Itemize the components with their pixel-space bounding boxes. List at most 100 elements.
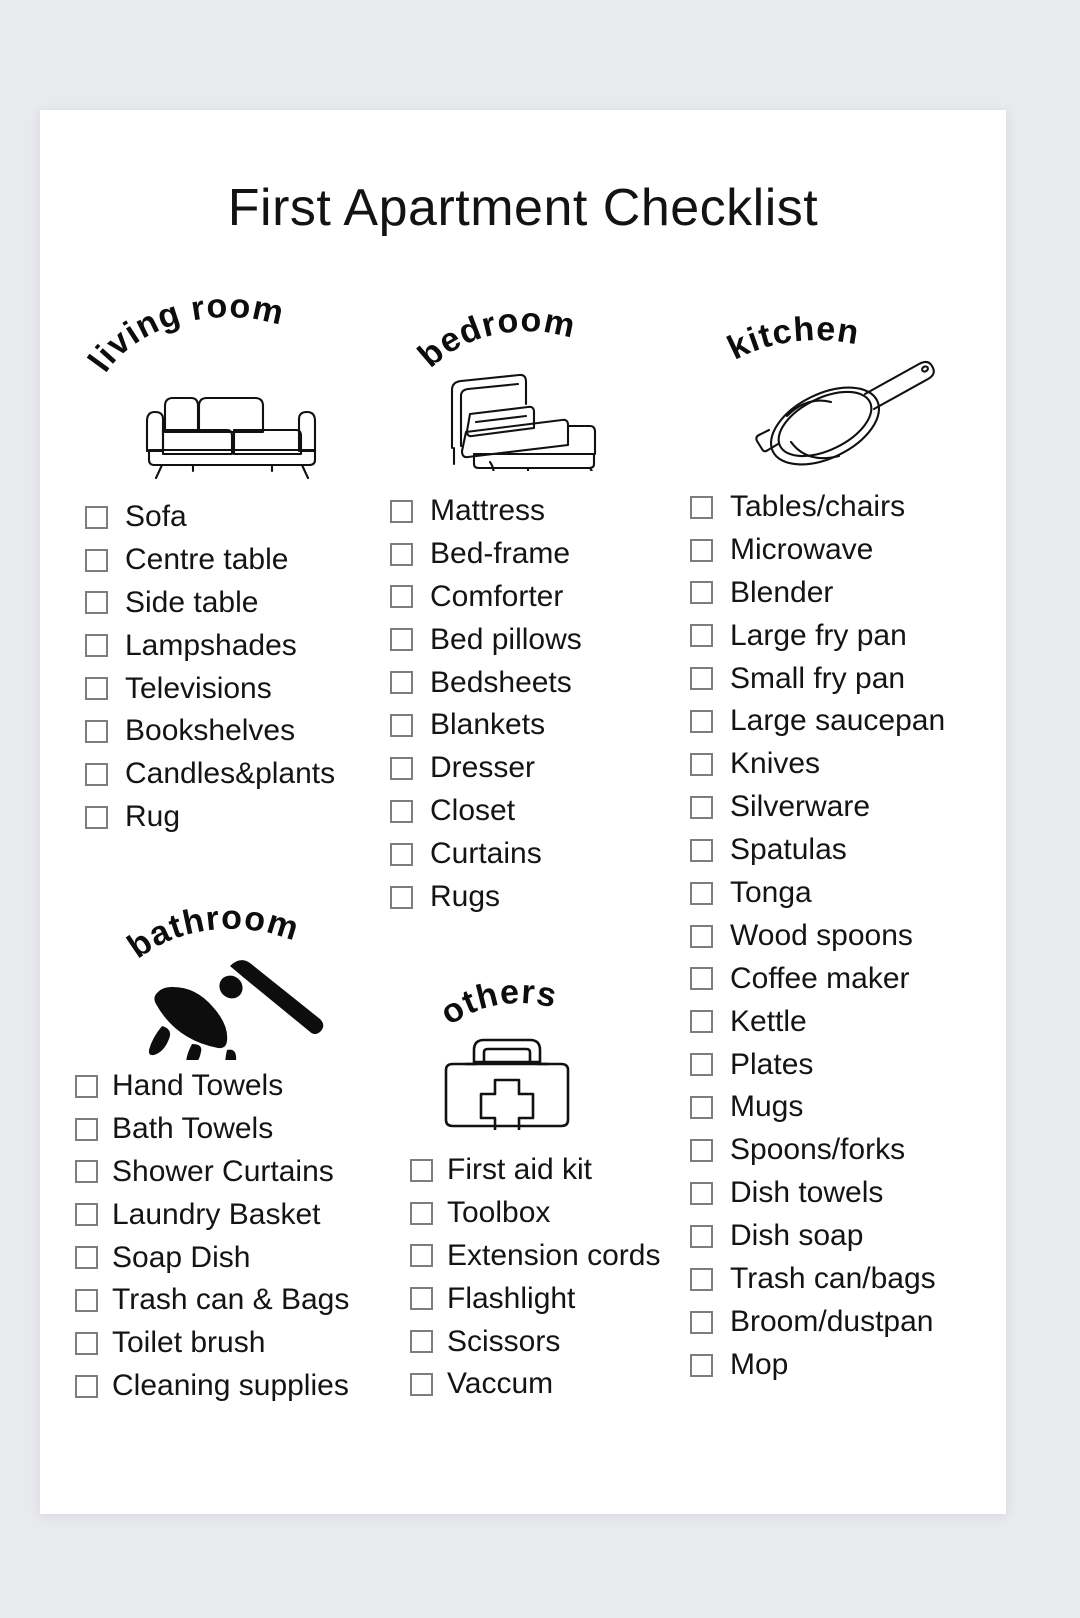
checklist-bathroom: Hand Towels Bath Towels Shower Curtains …: [75, 1069, 415, 1403]
checkbox[interactable]: [690, 538, 713, 562]
page-title: First Apartment Checklist: [227, 179, 819, 237]
list-item[interactable]: Large saucepan: [690, 705, 1010, 737]
list-item[interactable]: Mattress: [390, 494, 670, 527]
checkbox[interactable]: [690, 495, 713, 519]
list-item[interactable]: Wood spoons: [690, 918, 1010, 952]
checkbox[interactable]: [75, 1117, 98, 1141]
checkbox[interactable]: [75, 1374, 98, 1398]
list-item[interactable]: Coffee maker: [690, 962, 1010, 995]
list-item[interactable]: Vaccum: [410, 1368, 700, 1400]
list-item[interactable]: Broom/dustpan: [690, 1305, 1010, 1338]
list-item[interactable]: Extension cords: [410, 1239, 700, 1272]
list-item[interactable]: Cleaning supplies: [75, 1369, 415, 1402]
list-item[interactable]: Trash can & Bags: [75, 1284, 415, 1316]
checkbox[interactable]: [410, 1244, 433, 1268]
checkbox[interactable]: [690, 838, 713, 862]
list-item[interactable]: Dish soap: [690, 1219, 1010, 1252]
list-item[interactable]: Large fry pan: [690, 619, 1010, 652]
checkbox[interactable]: [390, 714, 413, 738]
list-item[interactable]: Laundry Basket: [75, 1198, 415, 1231]
list-item[interactable]: Mop: [690, 1348, 1010, 1381]
checkbox[interactable]: [390, 499, 413, 523]
list-item[interactable]: Lampshades: [85, 629, 385, 662]
checkbox[interactable]: [75, 1160, 98, 1184]
list-item[interactable]: Bedsheets: [390, 666, 670, 699]
list-item[interactable]: Televisions: [85, 672, 385, 705]
list-item[interactable]: Scissors: [410, 1325, 700, 1358]
list-item[interactable]: Candles&plants: [85, 757, 385, 790]
list-item[interactable]: Hand Towels: [75, 1069, 415, 1102]
list-item[interactable]: Comforter: [390, 580, 670, 613]
list-item[interactable]: Bookshelves: [85, 715, 385, 747]
list-item[interactable]: Dish towels: [690, 1176, 1010, 1209]
checkbox[interactable]: [690, 753, 713, 777]
list-item[interactable]: Rugs: [390, 880, 670, 913]
checkbox[interactable]: [390, 842, 413, 866]
checklist-living-room: Sofa Centre table Side table Lampshades …: [85, 500, 385, 834]
list-item[interactable]: Knives: [690, 747, 1010, 780]
list-item[interactable]: Closet: [390, 794, 670, 827]
checkbox[interactable]: [85, 763, 108, 787]
item-label: Small fry pan: [730, 661, 906, 695]
checkbox[interactable]: [390, 628, 413, 652]
checkbox[interactable]: [690, 881, 713, 905]
list-item[interactable]: Toolbox: [410, 1196, 700, 1229]
list-item[interactable]: First aid kit: [410, 1153, 700, 1186]
list-item[interactable]: Tonga: [690, 876, 1010, 909]
list-item[interactable]: Dresser: [390, 751, 670, 784]
list-item[interactable]: Sofa: [85, 500, 385, 533]
item-label: Wood spoons: [730, 918, 913, 952]
list-item[interactable]: Soap Dish: [75, 1241, 415, 1274]
checkbox[interactable]: [410, 1373, 433, 1397]
checkbox[interactable]: [390, 799, 413, 823]
checkbox[interactable]: [390, 757, 413, 781]
checkbox[interactable]: [85, 634, 108, 658]
list-item[interactable]: Spatulas: [690, 833, 1010, 866]
list-item[interactable]: Curtains: [390, 837, 670, 870]
list-item[interactable]: Side table: [85, 586, 385, 619]
list-item[interactable]: Plates: [690, 1048, 1010, 1081]
checkbox[interactable]: [85, 677, 108, 701]
list-item[interactable]: Tables/chairs: [690, 490, 1010, 523]
checkbox[interactable]: [390, 671, 413, 695]
checkbox[interactable]: [690, 581, 713, 605]
checkbox[interactable]: [690, 924, 713, 948]
checkbox[interactable]: [75, 1289, 98, 1313]
checkbox[interactable]: [75, 1332, 98, 1356]
checkbox[interactable]: [390, 585, 413, 609]
checkbox[interactable]: [690, 795, 713, 819]
list-item[interactable]: Shower Curtains: [75, 1155, 415, 1188]
list-item[interactable]: Kettle: [690, 1005, 1010, 1038]
list-item[interactable]: Silverware: [690, 790, 1010, 823]
list-item[interactable]: Bed pillows: [390, 623, 670, 656]
checkbox[interactable]: [85, 805, 108, 829]
checkbox[interactable]: [85, 591, 108, 615]
list-item[interactable]: Microwave: [690, 533, 1010, 566]
checkbox[interactable]: [85, 548, 108, 572]
list-item[interactable]: Spoons/forks: [690, 1133, 1010, 1166]
checkbox[interactable]: [690, 624, 713, 648]
checkbox[interactable]: [410, 1287, 433, 1311]
list-item[interactable]: Trash can/bags: [690, 1262, 1010, 1295]
checkbox[interactable]: [690, 667, 713, 691]
checkbox[interactable]: [690, 710, 713, 734]
list-item[interactable]: Blender: [690, 576, 1010, 609]
list-item[interactable]: Centre table: [85, 543, 385, 576]
checkbox[interactable]: [85, 505, 108, 529]
list-item[interactable]: Bath Towels: [75, 1112, 415, 1145]
checkbox[interactable]: [410, 1330, 433, 1354]
list-item[interactable]: Toilet brush: [75, 1326, 415, 1359]
list-item[interactable]: Flashlight: [410, 1282, 700, 1315]
checkbox[interactable]: [410, 1201, 433, 1225]
checkbox[interactable]: [410, 1158, 433, 1182]
checkbox[interactable]: [85, 720, 108, 744]
checkbox[interactable]: [75, 1246, 98, 1270]
list-item[interactable]: Rug: [85, 800, 385, 833]
list-item[interactable]: Bed-frame: [390, 537, 670, 570]
list-item[interactable]: Mugs: [690, 1091, 1010, 1123]
checkbox[interactable]: [75, 1203, 98, 1227]
list-item[interactable]: Blankets: [390, 709, 670, 741]
list-item[interactable]: Small fry pan: [690, 661, 1010, 695]
checkbox[interactable]: [390, 542, 413, 566]
checkbox[interactable]: [75, 1074, 98, 1098]
